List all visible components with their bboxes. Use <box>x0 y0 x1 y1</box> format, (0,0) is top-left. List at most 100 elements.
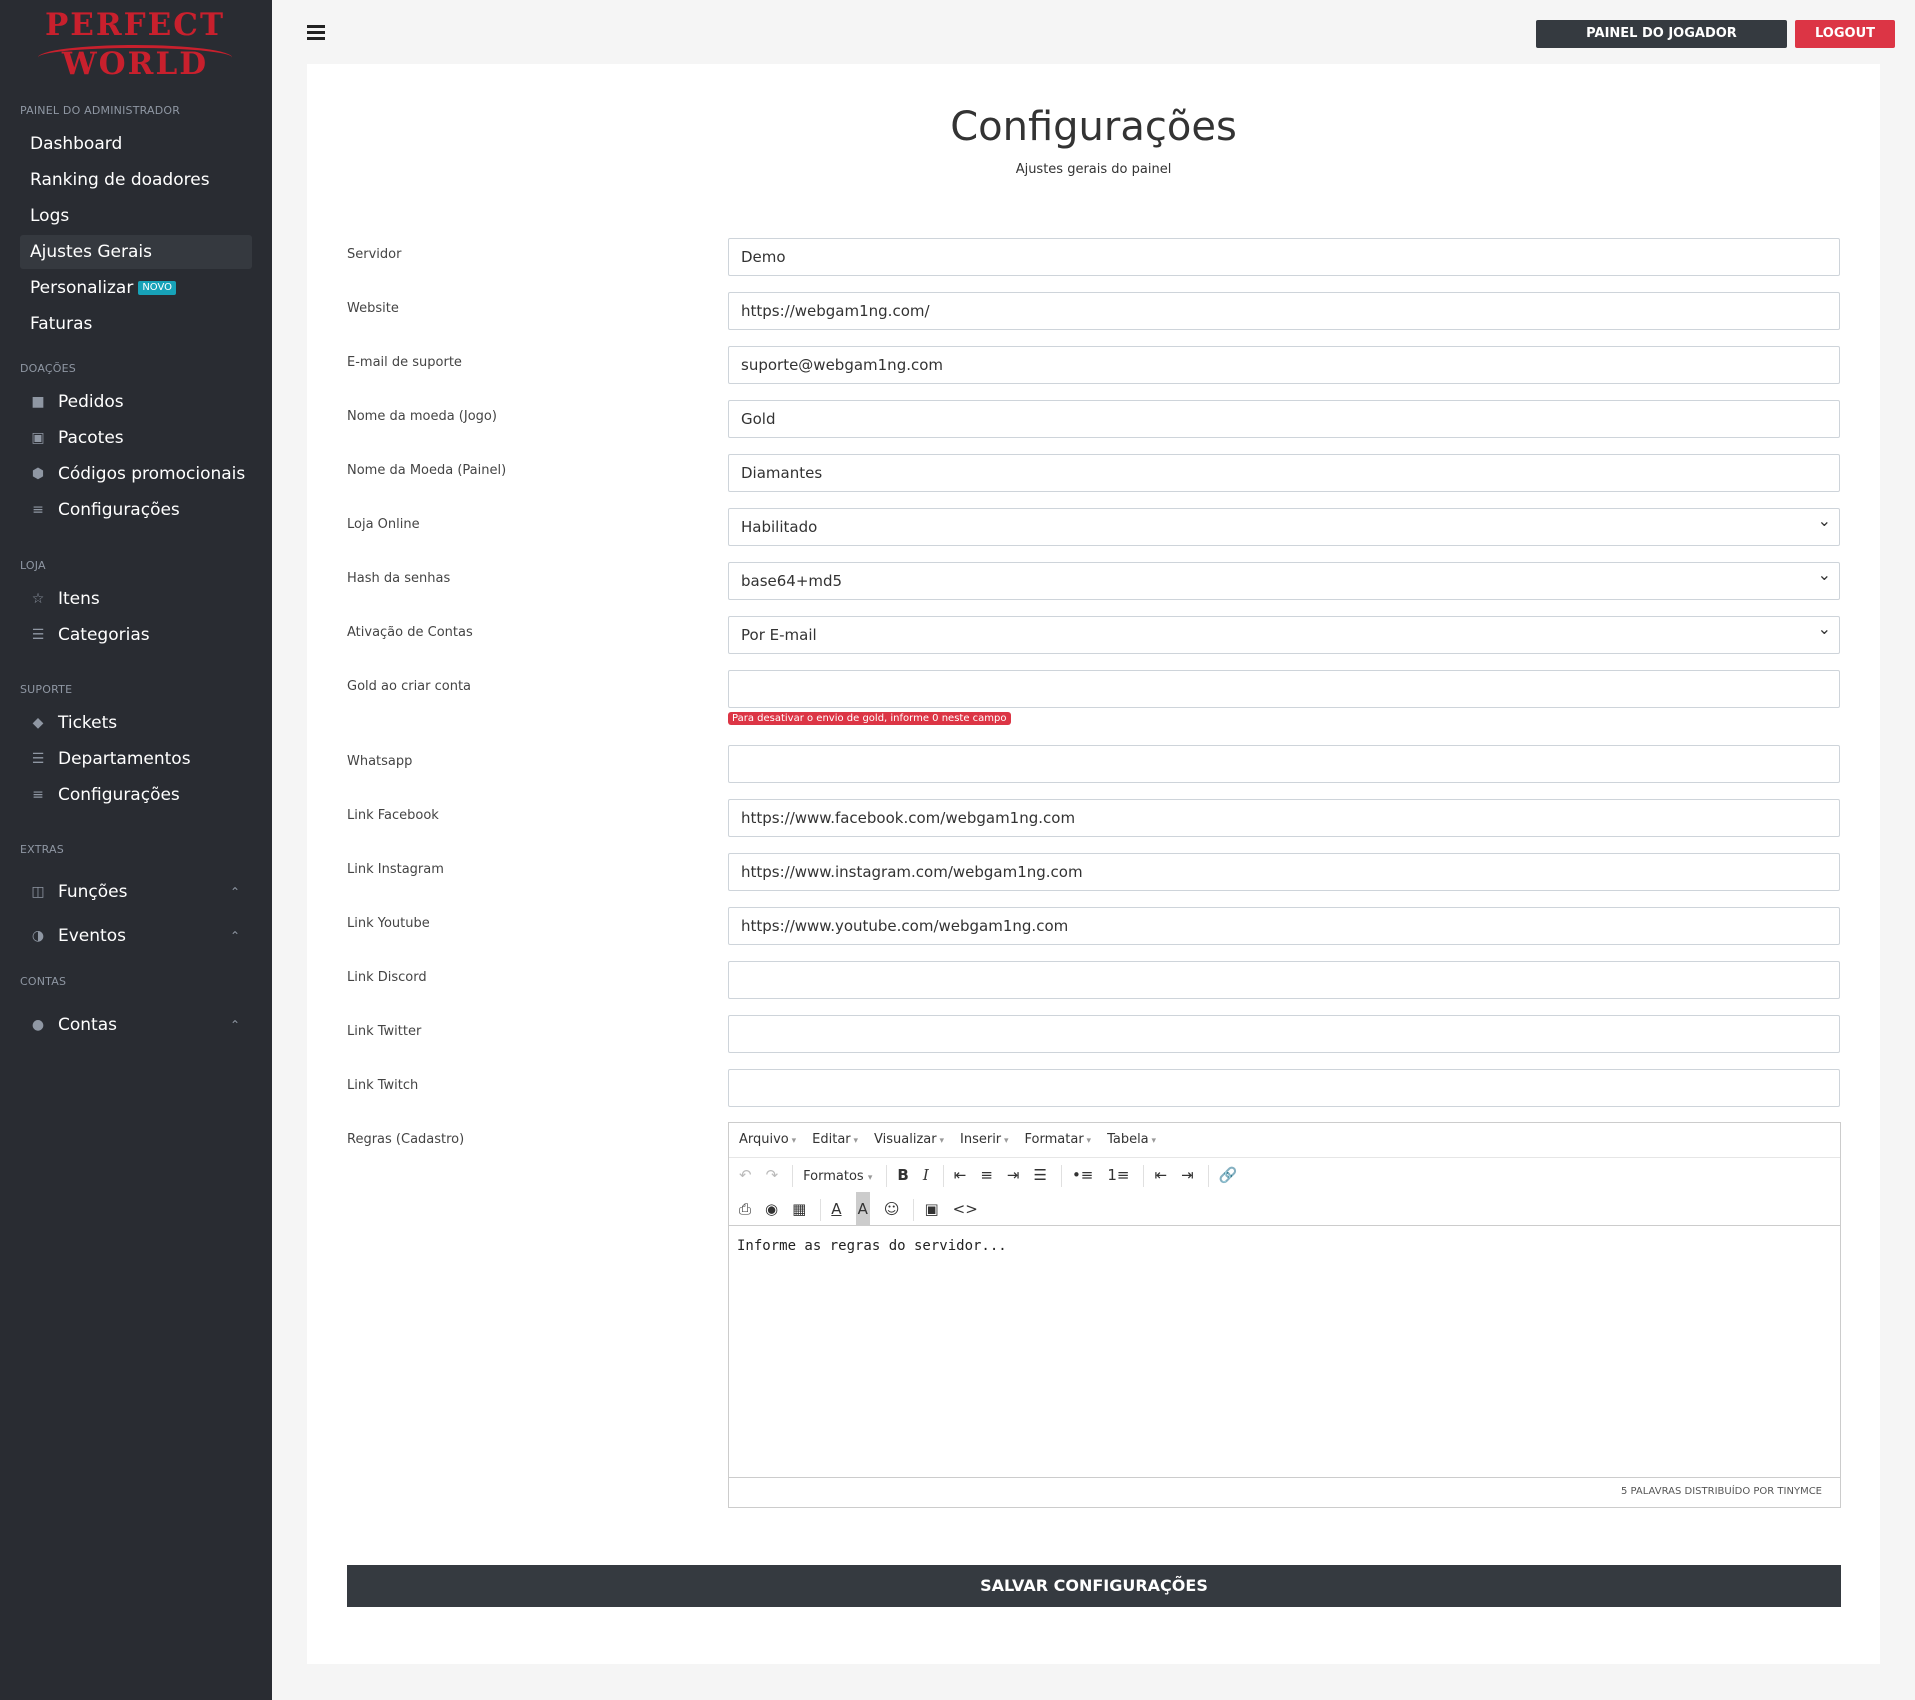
code-icon[interactable]: <> <box>953 1192 978 1226</box>
formats-dropdown[interactable]: Formatos ▾ <box>803 1160 872 1195</box>
menu-tabela[interactable]: Tabela <box>1107 1132 1156 1147</box>
menu-visualizar[interactable]: Visualizar <box>874 1132 944 1147</box>
sidebar-item-ajustes-gerais[interactable]: Ajustes Gerais <box>20 235 252 269</box>
italic-icon[interactable]: I <box>923 1158 929 1192</box>
perfect-world-logo[interactable]: PERFECT WORLD <box>30 10 240 88</box>
menu-editar[interactable]: Editar <box>812 1132 858 1147</box>
text-color-icon[interactable]: A <box>831 1192 841 1226</box>
sidebar-item-categorias[interactable]: ☰ Categorias <box>20 618 252 652</box>
password-hash-select[interactable]: base64+md5 <box>728 557 1840 600</box>
whatsapp-input[interactable] <box>728 745 1840 783</box>
discord-link-input[interactable] <box>728 961 1840 999</box>
chevron-up-icon: ⌃ <box>229 1018 240 1032</box>
outdent-icon[interactable]: ⇤ <box>1154 1158 1167 1192</box>
editor-toolbar-2: ⎙ ◉ ▦ A A ☺ ▣ <> <box>729 1192 1840 1226</box>
sitemap-icon: ◫ <box>31 884 45 900</box>
cube-icon: ⬢ <box>31 466 45 482</box>
website-input[interactable]: https://webgam1ng.com/ <box>728 292 1840 330</box>
redo-icon[interactable]: ↷ <box>766 1158 779 1192</box>
indent-icon[interactable]: ⇥ <box>1181 1158 1194 1192</box>
logout-button[interactable]: LOGOUT <box>1795 20 1895 48</box>
media-icon[interactable]: ▦ <box>792 1192 806 1226</box>
instagram-link-input[interactable]: https://www.instagram.com/webgam1ng.com <box>728 853 1840 891</box>
bold-icon[interactable]: B <box>897 1158 908 1192</box>
page-title: Configurações <box>950 104 1237 150</box>
image-icon[interactable]: ▣ <box>924 1192 938 1226</box>
label-twitch: Link Twitch <box>347 1078 419 1093</box>
align-center-icon[interactable]: ≡ <box>980 1158 993 1192</box>
gold-on-create-input[interactable] <box>728 670 1840 708</box>
label-facebook: Link Facebook <box>347 808 439 823</box>
facebook-link-input[interactable]: https://www.facebook.com/webgam1ng.com <box>728 799 1840 837</box>
section-suporte: SUPORTE <box>20 683 73 696</box>
sidebar-item-codigos[interactable]: ⬢ Códigos promocionais <box>20 457 252 491</box>
game-currency-input[interactable]: Gold <box>728 400 1840 438</box>
twitter-link-input[interactable] <box>728 1015 1840 1053</box>
tag-icon: ◆ <box>32 715 44 731</box>
editor-content[interactable]: Informe as regras do servidor... <box>729 1225 1840 1477</box>
sidebar-item-configuracoes-doacoes[interactable]: ≡ Configurações <box>20 493 252 527</box>
support-email-input[interactable]: suporte@webgam1ng.com <box>728 346 1840 384</box>
rules-rich-text-editor: Arquivo Editar Visualizar Inserir Formatar Ta… <box>728 1122 1841 1508</box>
numbered-list-icon[interactable]: 1≡ <box>1107 1158 1129 1192</box>
menu-inserir[interactable]: Inserir <box>960 1132 1009 1147</box>
sidebar-item-personalizar[interactable]: Personalizar NOVO <box>20 271 252 305</box>
list-icon: ☰ <box>31 627 45 643</box>
panel-currency-input[interactable]: Diamantes <box>728 454 1840 492</box>
undo-icon[interactable]: ↶ <box>739 1158 752 1192</box>
servidor-input[interactable]: Demo <box>728 238 1840 276</box>
label-youtube: Link Youtube <box>347 916 430 931</box>
sidebar-item-faturas[interactable]: Faturas <box>20 307 252 341</box>
align-left-icon[interactable]: ⇤ <box>954 1158 967 1192</box>
online-store-select[interactable]: Habilitado <box>728 503 1840 546</box>
preview-icon[interactable]: ◉ <box>765 1192 778 1226</box>
editor-menubar: Arquivo Editar Visualizar Inserir Formatar Ta… <box>729 1123 1840 1158</box>
link-icon[interactable]: 🔗 <box>1219 1158 1238 1192</box>
section-doacoes: DOAÇÕES <box>20 362 76 375</box>
background-color-icon[interactable]: A <box>855 1192 870 1226</box>
label-servidor: Servidor <box>347 247 402 262</box>
youtube-link-input[interactable]: https://www.youtube.com/webgam1ng.com <box>728 907 1840 945</box>
sidebar-item-tickets[interactable]: ◆ Tickets <box>20 706 252 740</box>
editor-toolbar-1: ↶ ↷ Formatos ▾ B I ⇤ ≡ ⇥ ☰ •≡ 1≡ ⇤ ⇥ 🔗 <box>729 1158 1840 1192</box>
sliders-icon: ≡ <box>32 787 44 803</box>
account-activation-select[interactable]: Por E-mail <box>728 611 1840 654</box>
list-icon: ☰ <box>31 751 45 767</box>
archive-icon: ▣ <box>31 430 45 446</box>
section-contas: CONTAS <box>20 975 67 988</box>
chevron-up-icon: ⌃ <box>229 929 240 943</box>
sidebar-item-eventos[interactable]: ◑ Eventos ⌃ <box>20 919 252 953</box>
sidebar-item-configuracoes-suporte[interactable]: ≡ Configurações <box>20 778 252 812</box>
hamburger-menu-icon[interactable] <box>307 25 325 40</box>
sidebar-item-funcoes[interactable]: ◫ Funções ⌃ <box>20 875 252 909</box>
label-regras: Regras (Cadastro) <box>347 1132 465 1147</box>
label-twitter: Link Twitter <box>347 1024 422 1039</box>
menu-formatar[interactable]: Formatar <box>1025 1132 1092 1147</box>
label-ativacao: Ativação de Contas <box>347 625 473 640</box>
sidebar-item-ranking[interactable]: Ranking de doadores <box>20 163 252 197</box>
sidebar-item-pedidos[interactable]: ■ Pedidos <box>20 385 252 419</box>
bullet-list-icon[interactable]: •≡ <box>1072 1158 1093 1192</box>
label-instagram: Link Instagram <box>347 862 444 877</box>
twitch-link-input[interactable] <box>728 1069 1840 1107</box>
menu-arquivo[interactable]: Arquivo <box>739 1132 796 1147</box>
label-loja-online: Loja Online <box>347 517 420 532</box>
save-settings-button[interactable]: SALVAR CONFIGURAÇÕES <box>347 1565 1841 1607</box>
align-right-icon[interactable]: ⇥ <box>1007 1158 1020 1192</box>
sidebar-item-logs[interactable]: Logs <box>20 199 252 233</box>
print-icon[interactable]: ⎙ <box>739 1192 751 1226</box>
player-panel-button[interactable]: PAINEL DO JOGADOR <box>1536 20 1787 48</box>
file-icon: ■ <box>31 394 45 410</box>
align-justify-icon[interactable]: ☰ <box>1033 1158 1046 1192</box>
sidebar-item-contas[interactable]: ● Contas ⌃ <box>20 1008 252 1042</box>
sidebar-item-pacotes[interactable]: ▣ Pacotes <box>20 421 252 455</box>
emoticons-icon[interactable]: ☺ <box>884 1192 900 1226</box>
sidebar-item-itens[interactable]: ☆ Itens <box>20 582 252 616</box>
logo-line1: PERFECT <box>44 7 226 43</box>
page-subtitle: Ajustes gerais do painel <box>1015 162 1172 177</box>
label-hash: Hash da senhas <box>347 571 451 586</box>
sidebar-item-departamentos[interactable]: ☰ Departamentos <box>20 742 252 776</box>
label-gold-criar: Gold ao criar conta <box>347 679 472 694</box>
sidebar-item-dashboard[interactable]: Dashboard <box>20 127 252 161</box>
section-admin: PAINEL DO ADMINISTRADOR <box>20 104 181 117</box>
